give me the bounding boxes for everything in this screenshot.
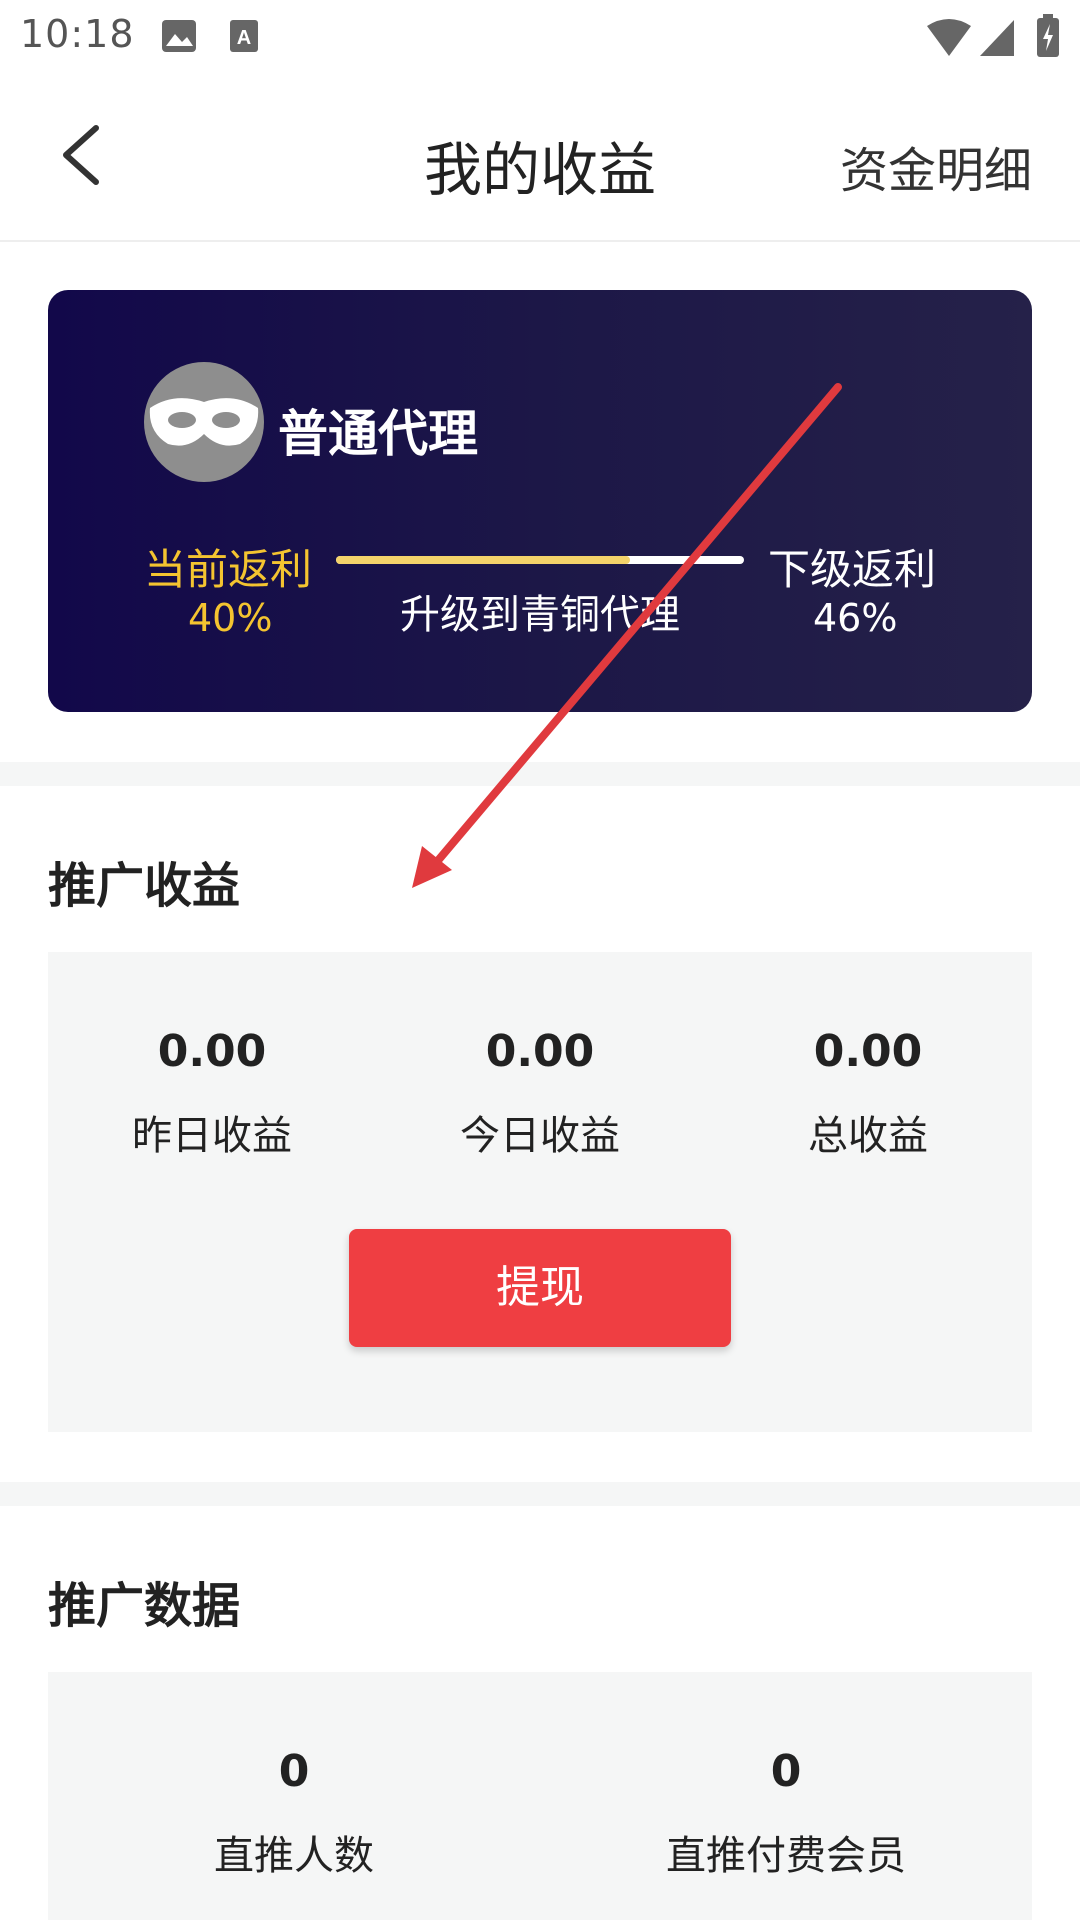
stat-label: 直推付费会员 [666, 1833, 906, 1879]
mask-avatar-icon [144, 362, 264, 482]
section-divider [0, 762, 1080, 786]
agent-level-name: 普通代理 [278, 405, 478, 463]
status-time: 10:18 [20, 12, 135, 56]
promo-earnings-title: 推广收益 [48, 858, 241, 914]
current-rebate-label: 当前返利 [144, 545, 313, 594]
image-icon [162, 20, 196, 52]
promo-data-title: 推广数据 [48, 1578, 241, 1634]
section-divider [0, 1482, 1080, 1506]
font-icon: A [230, 20, 258, 52]
promo-data-panel: 0 直推人数 0 直推付费会员 [48, 1672, 1032, 1920]
stat-label: 直推人数 [214, 1833, 374, 1879]
stat-value: 0 [770, 1746, 802, 1797]
withdraw-button[interactable]: 提现 [349, 1229, 731, 1347]
fund-details-link[interactable]: 资金明细 [840, 131, 1032, 201]
stat-total: 0.00 总收益 [704, 1026, 1032, 1161]
stat-paid-members: 0 直推付费会员 [540, 1746, 1032, 1881]
stat-value: 0 [278, 1746, 310, 1797]
stat-value: 0.00 [485, 1026, 595, 1077]
app-bar: 我的收益 资金明细 [0, 75, 1080, 242]
stat-label: 昨日收益 [132, 1113, 292, 1159]
stat-today: 0.00 今日收益 [376, 1026, 704, 1161]
upgrade-progress-fill [336, 556, 630, 564]
status-bar: 10:18 A [0, 0, 1080, 75]
stat-value: 0.00 [813, 1026, 923, 1077]
current-rebate-value: 40% [188, 596, 273, 640]
stat-direct-referrals: 0 直推人数 [48, 1746, 540, 1881]
stat-label: 今日收益 [460, 1113, 620, 1159]
stat-yesterday: 0.00 昨日收益 [48, 1026, 376, 1161]
agent-level-card: 普通代理 当前返利 40% 升级到青铜代理 下级返利 46% [48, 290, 1032, 712]
promo-earnings-panel: 0.00 昨日收益 0.00 今日收益 0.00 总收益 提现 [48, 952, 1032, 1432]
stat-label: 总收益 [808, 1113, 928, 1159]
upgrade-progress-bar [336, 556, 744, 564]
battery-icon [1037, 14, 1059, 57]
next-rebate-value: 46% [813, 596, 898, 640]
next-rebate-label: 下级返利 [768, 545, 937, 594]
signal-icon [980, 20, 1014, 56]
upgrade-hint: 升级到青铜代理 [400, 592, 680, 638]
stat-value: 0.00 [157, 1026, 267, 1077]
wifi-icon [927, 19, 971, 56]
svg-text:A: A [237, 27, 251, 49]
